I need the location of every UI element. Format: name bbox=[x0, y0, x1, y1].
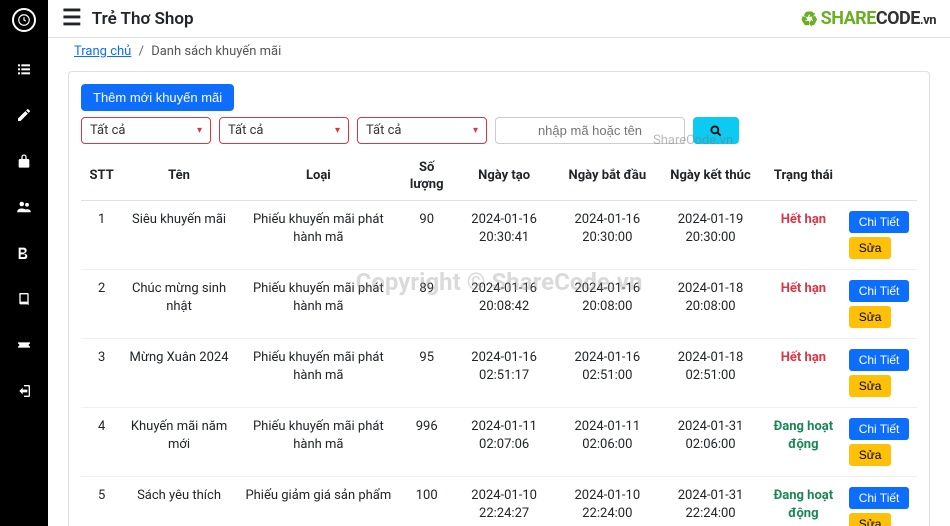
topbar: ☰ Trẻ Thơ Shop ♻ SHARECODE.vn bbox=[48, 0, 950, 38]
col-ten: Tên bbox=[122, 154, 236, 200]
edit-button[interactable]: Sửa bbox=[849, 375, 892, 397]
detail-button[interactable]: Chi Tiết bbox=[849, 487, 910, 509]
add-promotion-button[interactable]: Thêm mới khuyến mãi bbox=[81, 84, 234, 111]
search-input[interactable] bbox=[495, 117, 685, 144]
sidebar-edit-icon[interactable] bbox=[15, 106, 33, 124]
chevron-down-icon: ▾ bbox=[335, 125, 340, 136]
chevron-down-icon: ▾ bbox=[197, 125, 202, 136]
col-trangthai: Trạng thái bbox=[762, 154, 845, 200]
search-button[interactable] bbox=[693, 117, 739, 144]
breadcrumb-home[interactable]: Trang chủ bbox=[74, 44, 131, 59]
sidebar-logout-icon[interactable] bbox=[15, 382, 33, 400]
table-row: 2Chúc mừng sinh nhậtPhiếu khuyến mãi phá… bbox=[81, 269, 917, 338]
sidebar-list-icon[interactable] bbox=[15, 60, 33, 78]
edit-button[interactable]: Sửa bbox=[849, 444, 892, 466]
search-icon bbox=[709, 124, 723, 138]
sidebar-lock-icon[interactable] bbox=[15, 152, 33, 170]
table-row: 5Sách yêu thíchPhiếu giảm giá sản phẩm10… bbox=[81, 476, 917, 526]
filter-select-2[interactable]: Tất cả▾ bbox=[219, 117, 349, 144]
sidebar-logo-icon[interactable] bbox=[12, 8, 36, 32]
table-row: 1Siêu khuyến mãiPhiếu khuyến mãi phát hà… bbox=[81, 200, 917, 269]
detail-button[interactable]: Chi Tiết bbox=[849, 418, 910, 440]
col-ngaytao: Ngày tạo bbox=[453, 154, 556, 200]
brand-logo: ♻ SHARECODE.vn bbox=[800, 7, 936, 31]
recycle-icon: ♻ bbox=[800, 7, 817, 31]
sidebar-ticket-icon[interactable] bbox=[15, 336, 33, 354]
col-stt: STT bbox=[81, 154, 122, 200]
status-badge: Đang hoạt động bbox=[774, 419, 834, 452]
chevron-down-icon: ▾ bbox=[473, 125, 478, 136]
table-row: 3Mừng Xuân 2024Phiếu khuyến mãi phát hàn… bbox=[81, 338, 917, 407]
table-row: 4Khuyến mãi năm mớiPhiếu khuyến mãi phát… bbox=[81, 407, 917, 476]
filter-select-3[interactable]: Tất cả▾ bbox=[357, 117, 487, 144]
status-badge: Hết hạn bbox=[781, 212, 826, 227]
breadcrumb: Trang chủ / Danh sách khuyến mãi bbox=[68, 44, 930, 59]
app-title: Trẻ Thơ Shop bbox=[92, 9, 194, 29]
status-badge: Đang hoạt động bbox=[774, 488, 834, 521]
sidebar-blog-icon[interactable] bbox=[15, 244, 33, 262]
col-soluong: Số lượng bbox=[401, 154, 453, 200]
edit-button[interactable]: Sửa bbox=[849, 306, 892, 328]
status-badge: Hết hạn bbox=[781, 281, 826, 296]
edit-button[interactable]: Sửa bbox=[849, 237, 892, 259]
filter-select-1[interactable]: Tất cả▾ bbox=[81, 117, 211, 144]
detail-button[interactable]: Chi Tiết bbox=[849, 280, 910, 302]
sidebar-users-icon[interactable] bbox=[15, 198, 33, 216]
col-ngaybatdau: Ngày bắt đầu bbox=[556, 154, 659, 200]
sidebar-book-icon[interactable] bbox=[15, 290, 33, 308]
breadcrumb-current: Danh sách khuyến mãi bbox=[151, 44, 281, 59]
edit-button[interactable]: Sửa bbox=[849, 513, 892, 526]
sidebar bbox=[0, 0, 48, 526]
hamburger-icon[interactable]: ☰ bbox=[62, 6, 82, 31]
col-ngayketthuc: Ngày kết thúc bbox=[659, 154, 762, 200]
promotions-table: STT Tên Loại Số lượng Ngày tạo Ngày bắt … bbox=[81, 154, 917, 526]
detail-button[interactable]: Chi Tiết bbox=[849, 349, 910, 371]
detail-button[interactable]: Chi Tiết bbox=[849, 211, 910, 233]
col-loai: Loại bbox=[236, 154, 401, 200]
status-badge: Hết hạn bbox=[781, 350, 826, 365]
